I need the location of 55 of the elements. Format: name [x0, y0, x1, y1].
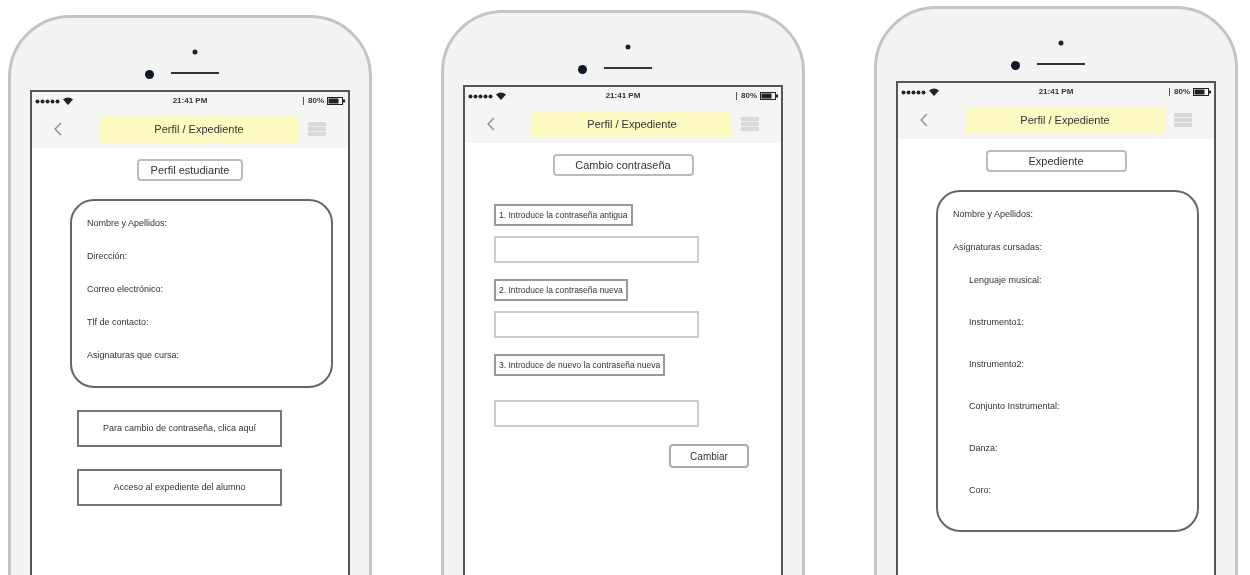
camera-icon [1010, 60, 1021, 71]
field-label: Dirección: [87, 250, 128, 263]
field-label: Instrumento2: [969, 358, 1026, 371]
nav-title: Perfil / Expediente [532, 110, 732, 138]
field-label: Asignaturas que cursa: [87, 349, 181, 362]
speaker-icon [604, 44, 652, 70]
status-time: 21:41 PM [1038, 86, 1074, 98]
battery-icon [1193, 88, 1211, 96]
field-label: Conjunto Instrumental: [969, 400, 1061, 413]
field-label: Correo electrónico: [87, 283, 165, 296]
signal-icon [901, 89, 927, 95]
field-label: Nombre y Apellidos: [87, 217, 169, 230]
section-title: Perfil estudiante [137, 159, 243, 181]
camera-icon [144, 69, 155, 80]
battery-percent: 80% [741, 90, 757, 102]
battery-percent: 80% [1174, 86, 1190, 98]
signal-icon [468, 93, 494, 99]
wifi-icon [929, 88, 939, 96]
back-icon[interactable] [920, 113, 928, 127]
speaker-icon [171, 49, 219, 75]
back-icon[interactable] [487, 117, 495, 131]
wifi-icon [63, 97, 73, 105]
back-icon[interactable] [54, 122, 62, 136]
status-time: 21:41 PM [172, 95, 208, 107]
speaker-icon [1037, 40, 1085, 66]
battery-icon [327, 97, 345, 105]
field-label: Asignaturas cursadas: [953, 241, 1044, 254]
field-label: 1. Introduce la contraseña antigua [494, 204, 633, 226]
camera-icon [577, 64, 588, 75]
field-label: Tlf de contacto: [87, 316, 150, 329]
nav-title: Perfil / Expediente [965, 106, 1165, 134]
section-title: Expediente [985, 150, 1127, 172]
field-label: Coro: [969, 484, 992, 497]
wifi-icon [496, 92, 506, 100]
signal-icon [35, 98, 61, 104]
input-field[interactable] [494, 400, 699, 427]
field-label: Nombre y Apellidos: [953, 208, 1035, 221]
section-title: Cambio contraseña [552, 154, 694, 176]
menu-icon[interactable] [1174, 113, 1192, 127]
input-field[interactable] [494, 236, 699, 263]
link-button[interactable]: Para cambio de contraseña, clica aquí [77, 410, 282, 447]
field-label: Instrumento1: [969, 316, 1026, 329]
nav-title: Perfil / Expediente [99, 115, 299, 143]
menu-icon[interactable] [308, 122, 326, 136]
field-label: Danza: [969, 442, 999, 455]
link-button[interactable]: Acceso al expediente del alumno [77, 469, 282, 506]
field-label: Lenguaje musical: [969, 274, 1043, 287]
field-label: 3. Introduce de nuevo la contraseña nueva [494, 354, 666, 376]
status-time: 21:41 PM [605, 90, 641, 102]
field-label: 2. Introduce la contraseña nueva [494, 279, 628, 301]
input-field[interactable] [494, 311, 699, 338]
battery-percent: 80% [308, 95, 324, 107]
change-button[interactable]: Cambiar [669, 444, 749, 468]
menu-icon[interactable] [741, 117, 759, 131]
battery-icon [760, 92, 778, 100]
